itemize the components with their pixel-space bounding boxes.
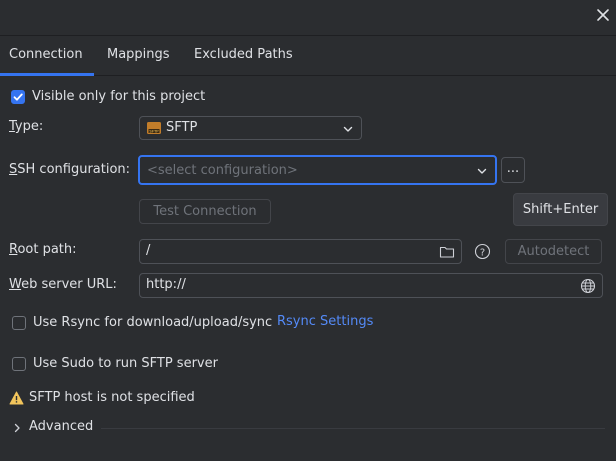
type-value: SFTP xyxy=(166,120,198,135)
rsync-checkbox[interactable] xyxy=(12,316,26,330)
folder-icon[interactable] xyxy=(439,244,455,260)
shortcut-tooltip: Shift+Enter xyxy=(513,193,608,226)
rsync-settings-link[interactable]: Rsync Settings xyxy=(277,314,373,329)
help-button[interactable]: ? xyxy=(474,243,491,260)
close-icon xyxy=(597,9,609,21)
type-select[interactable]: SFTP SFTP xyxy=(139,116,362,140)
ssh-configuration-label: SSH configuration: xyxy=(9,162,131,177)
svg-text:?: ? xyxy=(480,247,485,258)
visible-only-checkbox[interactable] xyxy=(11,90,25,104)
type-label: Type: xyxy=(9,119,44,134)
svg-text:SFTP: SFTP xyxy=(149,128,159,133)
warning-message: SFTP host is not specified xyxy=(29,390,195,405)
globe-icon[interactable] xyxy=(580,278,596,294)
advanced-separator xyxy=(101,428,605,429)
chevron-down-icon xyxy=(477,168,487,174)
ssh-configuration-placeholder: <select configuration> xyxy=(147,163,298,178)
chevron-down-icon xyxy=(343,126,353,132)
web-server-url-label: Web server URL: xyxy=(9,277,117,292)
root-path-value: / xyxy=(146,243,151,258)
tab-connection[interactable]: Connection xyxy=(0,36,94,76)
root-path-input[interactable]: / xyxy=(139,239,462,264)
close-button[interactable] xyxy=(594,6,612,24)
tab-excluded-paths[interactable]: Excluded Paths xyxy=(194,36,293,76)
sudo-label: Use Sudo to run SFTP server xyxy=(33,356,218,371)
advanced-label: Advanced xyxy=(29,419,94,434)
tab-bar: Connection Mappings Excluded Paths xyxy=(0,36,616,76)
sudo-checkbox[interactable] xyxy=(12,357,26,371)
warning-icon xyxy=(9,391,24,405)
rsync-label: Use Rsync for download/upload/sync xyxy=(33,315,273,330)
web-server-url-value: http:// xyxy=(146,277,186,292)
web-server-url-input[interactable]: http:// xyxy=(139,273,603,298)
autodetect-button[interactable]: Autodetect xyxy=(505,239,602,264)
help-icon: ? xyxy=(474,243,491,260)
chevron-right-icon xyxy=(14,423,20,433)
advanced-toggle[interactable]: Advanced xyxy=(9,418,99,438)
ssh-browse-button[interactable]: ... xyxy=(501,157,525,183)
visible-only-label: Visible only for this project xyxy=(32,89,206,104)
root-path-label: Root path: xyxy=(9,242,77,257)
sftp-icon: SFTP xyxy=(147,122,161,134)
test-connection-button[interactable]: Test Connection xyxy=(139,199,271,224)
ssh-configuration-select[interactable]: <select configuration> xyxy=(138,155,497,185)
checkmark-icon xyxy=(13,93,23,101)
tab-mappings[interactable]: Mappings xyxy=(107,36,170,76)
